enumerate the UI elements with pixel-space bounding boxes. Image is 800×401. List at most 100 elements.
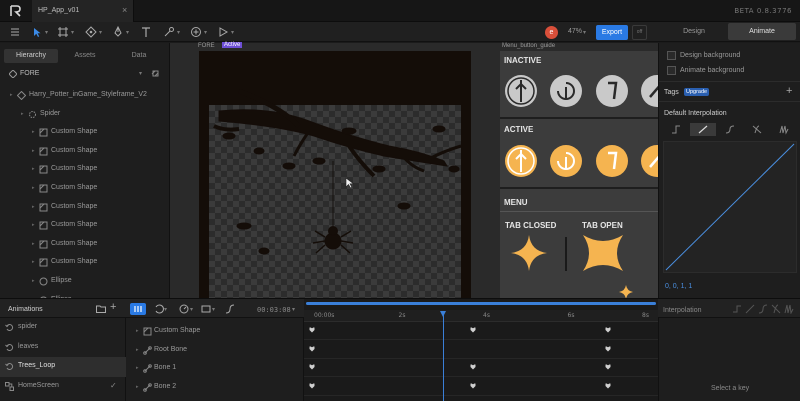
chevron-down-icon[interactable]: ▾: [583, 29, 586, 36]
play-icon[interactable]: [217, 26, 229, 38]
close-icon[interactable]: ×: [122, 5, 127, 15]
artboard-tool-icon[interactable]: [57, 26, 69, 38]
elastic-interpolation-icon[interactable]: [771, 123, 797, 136]
tab-assets[interactable]: Assets: [58, 49, 112, 63]
animation-item[interactable]: leaves: [0, 338, 126, 358]
keyframe-icon[interactable]: [470, 383, 476, 389]
hierarchy-item[interactable]: ▸ Custom Shape: [0, 124, 170, 142]
tab-hierarchy[interactable]: Hierarchy: [4, 49, 58, 63]
canvas[interactable]: FORE Active Menu_button_guide INACTIVE A…: [170, 42, 658, 298]
cubic-interpolation-icon[interactable]: [717, 123, 743, 136]
easing-icon[interactable]: [224, 303, 236, 315]
chevron-down-icon[interactable]: ▾: [139, 70, 142, 77]
link-icon[interactable]: [151, 69, 160, 78]
expand-icon[interactable]: ▸: [32, 278, 35, 284]
hierarchy-item[interactable]: ▸ Custom Shape: [0, 161, 170, 179]
hold-interpolation-icon[interactable]: [732, 304, 742, 314]
elastic-interpolation-icon[interactable]: [784, 304, 794, 314]
keyframe-icon[interactable]: [605, 383, 611, 389]
hierarchy-item[interactable]: ▸ Ellipse: [0, 273, 170, 291]
expand-icon[interactable]: ▸: [32, 241, 35, 247]
artboard-selector[interactable]: FORE ▾: [0, 67, 170, 81]
chevron-down-icon[interactable]: ▾: [292, 306, 295, 313]
expand-icon[interactable]: ▸: [32, 166, 35, 172]
timeline-view-icon[interactable]: [130, 303, 146, 315]
text-tool-icon[interactable]: [140, 26, 152, 38]
linear-interpolation-icon[interactable]: [690, 123, 716, 136]
hierarchy-item[interactable]: ▸ Custom Shape: [0, 143, 170, 161]
time-display[interactable]: 00:03:08: [257, 306, 291, 314]
expand-icon[interactable]: ▸: [32, 259, 35, 265]
animate-background-checkbox[interactable]: [667, 66, 676, 75]
upgrade-badge[interactable]: Upgrade: [684, 88, 710, 96]
artboard-fore[interactable]: [199, 51, 471, 298]
menu-icon[interactable]: [9, 26, 21, 38]
chevron-down-icon[interactable]: ▾: [177, 29, 180, 36]
keyframe-icon[interactable]: [605, 327, 611, 333]
timeline-track[interactable]: ▸ Bone 1: [126, 359, 304, 378]
add-tag-icon[interactable]: +: [786, 85, 792, 97]
tab-design[interactable]: Design: [660, 23, 728, 40]
linear-interpolation-icon[interactable]: [745, 304, 755, 314]
expand-icon[interactable]: ▸: [32, 204, 35, 210]
animation-item[interactable]: spider: [0, 318, 126, 338]
hold-interpolation-icon[interactable]: [663, 123, 689, 136]
keyframe-icon[interactable]: [309, 383, 315, 389]
timeline-area[interactable]: 00:00s 2s 4s 6s 8s: [304, 299, 658, 401]
interpolation-curve-graph[interactable]: [663, 141, 797, 273]
keyframe-icon[interactable]: [470, 327, 476, 333]
add-component-icon[interactable]: [190, 26, 202, 38]
custom-interpolation-icon[interactable]: [771, 304, 781, 314]
hierarchy-item[interactable]: ▸ Harry_Potter_inGame_Styleframe_V2: [0, 87, 170, 105]
timeline-track[interactable]: ▸ Root Bone: [126, 341, 304, 360]
expand-icon[interactable]: ▸: [10, 92, 13, 98]
expand-icon[interactable]: ▸: [32, 222, 35, 228]
expand-icon[interactable]: ▸: [32, 148, 35, 154]
hierarchy-item[interactable]: ▸ Custom Shape: [0, 199, 170, 217]
expand-icon[interactable]: ▸: [136, 328, 139, 334]
select-tool-icon[interactable]: [31, 26, 43, 38]
keyframe-icon[interactable]: [470, 364, 476, 370]
expand-icon[interactable]: ▸: [136, 347, 139, 353]
chevron-down-icon[interactable]: ▾: [71, 29, 74, 36]
chevron-down-icon[interactable]: ▾: [45, 29, 48, 36]
hierarchy-item[interactable]: ▸ Custom Shape: [0, 236, 170, 254]
zoom-level[interactable]: 47%: [568, 28, 582, 35]
chevron-down-icon[interactable]: ▾: [190, 306, 193, 313]
chevron-down-icon[interactable]: ▾: [212, 306, 215, 313]
folder-icon[interactable]: [96, 305, 106, 313]
fit-icon[interactable]: [200, 303, 212, 315]
chevron-down-icon[interactable]: ▾: [204, 29, 207, 36]
keyframe-icon[interactable]: [309, 327, 315, 333]
timeline-track[interactable]: ▸ Custom Shape: [126, 322, 304, 341]
hierarchy-item[interactable]: ▸ Custom Shape: [0, 217, 170, 235]
hierarchy-item[interactable]: ▸ Custom Shape: [0, 180, 170, 198]
speed-icon[interactable]: [178, 303, 190, 315]
playhead[interactable]: [442, 313, 444, 401]
shape-tool-icon[interactable]: [163, 26, 175, 38]
tab-data[interactable]: Data: [112, 49, 166, 63]
expand-icon[interactable]: ▸: [21, 111, 24, 117]
expand-icon[interactable]: ▸: [136, 365, 139, 371]
artboard-menu-button-guide[interactable]: INACTIVE ACTIVE MENU TAB CLOSED TAB OPEN: [500, 51, 658, 298]
add-animation-icon[interactable]: +: [110, 301, 116, 313]
expand-icon[interactable]: ▸: [136, 384, 139, 390]
timeline-track[interactable]: ▸ Bone 2: [126, 378, 304, 397]
custom-interpolation-icon[interactable]: [744, 123, 770, 136]
avatar[interactable]: e: [545, 26, 558, 39]
cubic-interpolation-icon[interactable]: [758, 304, 768, 314]
bone-tool-icon[interactable]: [85, 26, 97, 38]
hierarchy-item[interactable]: ▸ Spider: [0, 106, 170, 124]
chevron-down-icon[interactable]: ▾: [164, 306, 167, 313]
tab-animate[interactable]: Animate: [728, 23, 796, 40]
settings-toggle-button[interactable]: off: [632, 25, 647, 40]
document-tab[interactable]: HP_App_v01 ×: [32, 0, 134, 22]
keyframe-icon[interactable]: [605, 346, 611, 352]
chevron-down-icon[interactable]: ▾: [231, 29, 234, 36]
chevron-down-icon[interactable]: ▾: [99, 29, 102, 36]
design-background-checkbox[interactable]: [667, 51, 676, 60]
animation-item[interactable]: Trees_Loop: [0, 357, 126, 377]
playhead-handle[interactable]: [439, 311, 446, 317]
expand-icon[interactable]: ▸: [32, 185, 35, 191]
keyframe-icon[interactable]: [309, 346, 315, 352]
